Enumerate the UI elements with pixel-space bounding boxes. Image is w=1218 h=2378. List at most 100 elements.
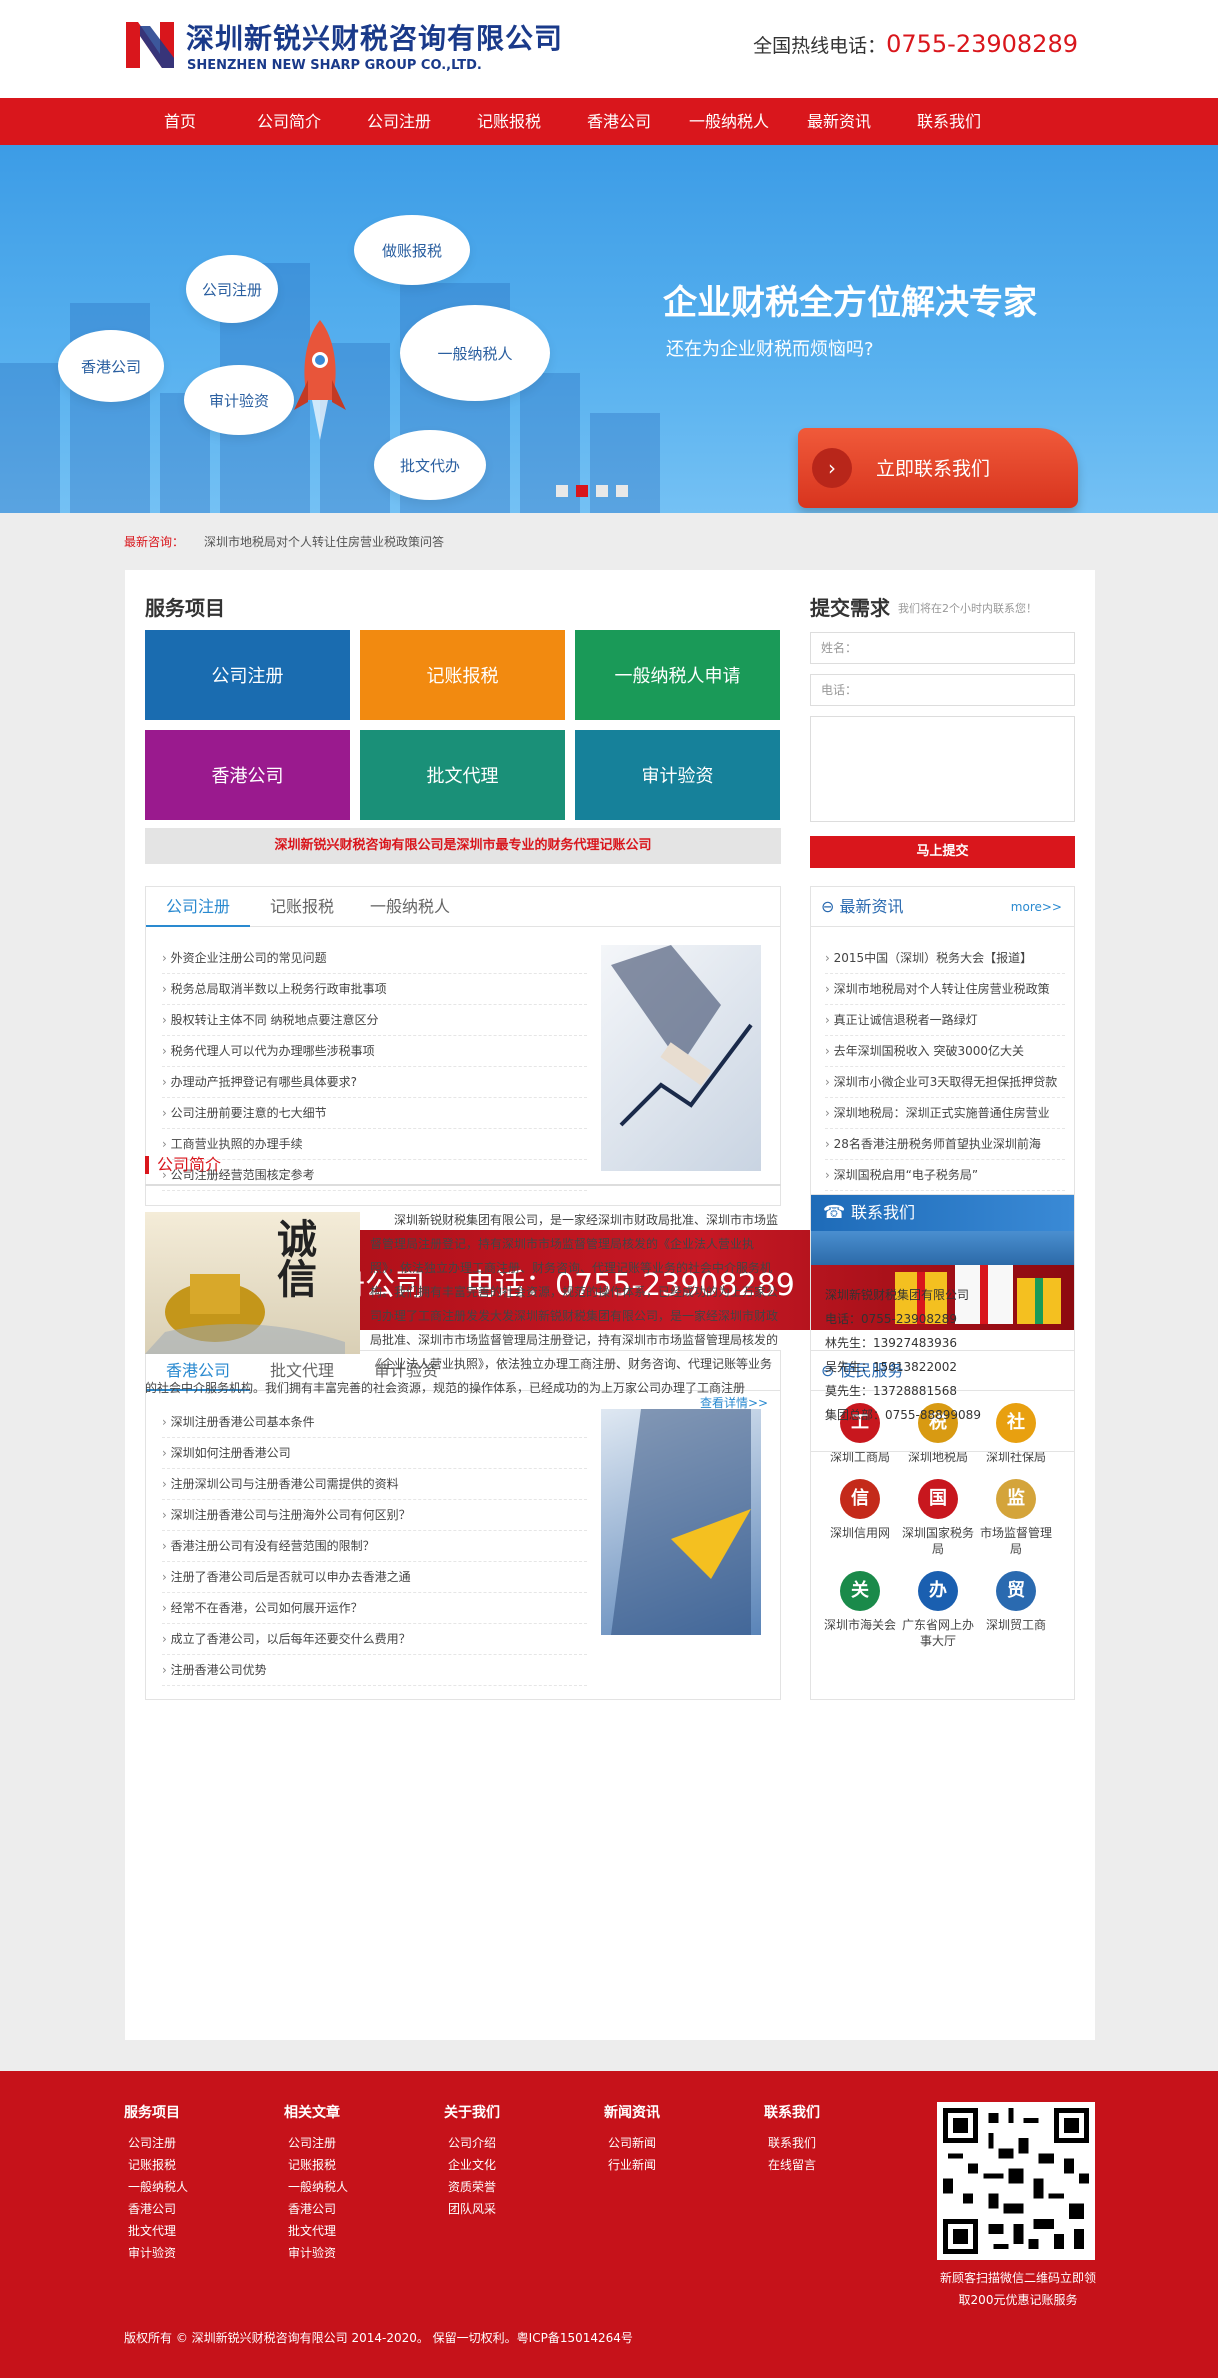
footer-link[interactable]: 审计验资 <box>284 2242 348 2264</box>
cloud-label: 审计验资 <box>184 365 294 435</box>
footer-link[interactable]: 公司注册 <box>124 2132 188 2154</box>
footer-link[interactable]: 记账报税 <box>124 2154 188 2176</box>
service-tile-bookkeeping[interactable]: 记账报税 <box>360 630 565 720</box>
news-item[interactable]: 深圳市地税局对个人转让住房营业税政策 <box>825 974 1065 1005</box>
list-item[interactable]: 深圳注册香港公司基本条件 <box>162 1407 587 1438</box>
footer-link[interactable]: 记账报税 <box>284 2154 348 2176</box>
name-field[interactable]: 姓名： <box>810 632 1075 664</box>
slide-dot[interactable] <box>596 485 608 497</box>
footer-link[interactable]: 资质荣誉 <box>444 2176 500 2198</box>
contact-line: 莫先生：13728881568 <box>825 1384 957 1398</box>
footer-link[interactable]: 一般纳税人 <box>124 2176 188 2198</box>
message-textarea[interactable] <box>810 716 1075 822</box>
market-supervision-icon: 监 <box>996 1479 1036 1519</box>
latest-news-label: 最新资讯 <box>839 897 904 916</box>
minus-circle-icon: ⊖ <box>821 897 835 916</box>
contact-box-title: 联系我们 <box>851 1203 916 1222</box>
slide-dot[interactable] <box>616 485 628 497</box>
news-item[interactable]: 28名香港注册税务师首望执业深圳前海 <box>825 1129 1065 1160</box>
nav-item-bookkeeping[interactable]: 记账报税 <box>454 98 564 145</box>
slide-dot-active[interactable] <box>576 485 588 497</box>
submit-button[interactable]: 马上提交 <box>810 836 1075 868</box>
tab-bookkeeping[interactable]: 记账报税 <box>250 887 354 927</box>
nav-item-taxpayer[interactable]: 一般纳税人 <box>674 98 784 145</box>
intro-title: 公司简介 <box>145 1156 221 1174</box>
nav-item-news[interactable]: 最新资讯 <box>784 98 894 145</box>
nav-item-about[interactable]: 公司简介 <box>234 98 344 145</box>
list-item[interactable]: 香港注册公司有没有经营范围的限制？ <box>162 1531 587 1562</box>
news-item[interactable]: 2015中国（深圳）税务大会【报道】 <box>825 943 1065 974</box>
banner-subtitle: 还在为企业财税而烦恼吗? <box>666 339 874 360</box>
footer-link[interactable]: 公司注册 <box>284 2132 348 2154</box>
list-item[interactable]: 经常不在香港，公司如何展开运作？ <box>162 1593 587 1624</box>
slide-dot[interactable] <box>556 485 568 497</box>
service-tile-hongkong[interactable]: 香港公司 <box>145 730 350 820</box>
list-item[interactable]: 税务总局取消半数以上税务行政审批事项 <box>162 974 587 1005</box>
news-item[interactable]: 真正让诚信退税者一路绿灯 <box>825 1005 1065 1036</box>
nav-item-contact[interactable]: 联系我们 <box>894 98 1004 145</box>
service-tile-registration[interactable]: 公司注册 <box>145 630 350 720</box>
footer-link[interactable]: 批文代理 <box>124 2220 188 2242</box>
contact-us-button[interactable]: › 立即联系我们 <box>798 428 1078 508</box>
list-item[interactable]: 外资企业注册公司的常见问题 <box>162 943 587 974</box>
footer-link[interactable]: 联系我们 <box>764 2132 820 2154</box>
contact-line: 电话：0755-23908289 <box>825 1312 957 1326</box>
list-item[interactable]: 工商营业执照的办理手续 <box>162 1129 587 1160</box>
service-link[interactable]: 监市场监督管理局 <box>977 1479 1055 1557</box>
footer-link[interactable]: 在线留言 <box>764 2154 820 2176</box>
list-item[interactable]: 注册了香港公司后是否就可以申办去香港之通 <box>162 1562 587 1593</box>
company-logo-icon[interactable] <box>124 18 178 72</box>
list-item[interactable]: 公司注册前要注意的七大细节 <box>162 1098 587 1129</box>
news-item[interactable]: 去年深圳国税收入 突破3000亿大关 <box>825 1036 1065 1067</box>
list-item[interactable]: 深圳如何注册香港公司 <box>162 1438 587 1469</box>
footer-link[interactable]: 一般纳税人 <box>284 2176 348 2198</box>
service-tile-taxpayer[interactable]: 一般纳税人申请 <box>575 630 780 720</box>
request-form-subtitle: 我们将在2个小时内联系您！ <box>898 602 1037 615</box>
footer-link[interactable]: 公司新闻 <box>604 2132 660 2154</box>
list-item[interactable]: 注册深圳公司与注册香港公司需提供的资料 <box>162 1469 587 1500</box>
nav-item-registration[interactable]: 公司注册 <box>344 98 454 145</box>
footer-link[interactable]: 批文代理 <box>284 2220 348 2242</box>
news-item[interactable]: 深圳地税局：深圳正式实施普通住房营业 <box>825 1098 1065 1129</box>
service-link[interactable]: 关深圳市海关会 <box>821 1571 899 1649</box>
list-item[interactable]: 办理动产抵押登记有哪些具体要求? <box>162 1067 587 1098</box>
nav-item-home[interactable]: 首页 <box>126 98 234 145</box>
service-tile-permits[interactable]: 批文代理 <box>360 730 565 820</box>
service-tile-audit[interactable]: 审计验资 <box>575 730 780 820</box>
footer-column-contact: 联系我们 联系我们 在线留言 <box>764 2102 820 2176</box>
cloud-label: 批文代办 <box>374 430 486 500</box>
footer-link[interactable]: 香港公司 <box>284 2198 348 2220</box>
service-link[interactable]: 国深圳国家税务局 <box>899 1479 977 1557</box>
nav-item-hongkong[interactable]: 香港公司 <box>564 98 674 145</box>
service-link[interactable]: 办广东省网上办事大厅 <box>899 1571 977 1649</box>
hero-banner[interactable]: 公司注册 做账报税 香港公司 审计验资 一般纳税人 批文代办 企业财税全方位解决… <box>0 145 1218 513</box>
contact-line: 集团总部：0755-88899089 <box>825 1408 981 1422</box>
banner-title: 企业财税全方位解决专家 <box>663 283 1037 323</box>
footer-link[interactable]: 香港公司 <box>124 2198 188 2220</box>
list-item[interactable]: 成立了香港公司，以后每年还要交什么费用？ <box>162 1624 587 1655</box>
list-item[interactable]: 股权转让主体不同 纳税地点要注意区分 <box>162 1005 587 1036</box>
latest-news-box: ⊖ 最新资讯 more>> 2015中国（深圳）税务大会【报道】 深圳市地税局对… <box>810 886 1075 1206</box>
footer-link[interactable]: 行业新闻 <box>604 2154 660 2176</box>
tab-taxpayer[interactable]: 一般纳税人 <box>354 887 466 927</box>
footer-link[interactable]: 公司介绍 <box>444 2132 500 2154</box>
footer-column-news: 新闻资讯 公司新闻 行业新闻 <box>604 2102 660 2176</box>
registration-tab-box: 公司注册 记账报税 一般纳税人 外资企业注册公司的常见问题 税务总局取消半数以上… <box>145 886 781 1206</box>
footer-link[interactable]: 企业文化 <box>444 2154 500 2176</box>
phone-field[interactable]: 电话： <box>810 674 1075 706</box>
more-link[interactable]: more>> <box>1011 887 1062 927</box>
list-item[interactable]: 深圳注册香港公司与注册海外公司有何区别？ <box>162 1500 587 1531</box>
tab-registration[interactable]: 公司注册 <box>146 887 250 927</box>
read-more-link[interactable]: 查看详情>> <box>700 1394 768 1411</box>
service-link[interactable]: 信深圳信用网 <box>821 1479 899 1557</box>
list-item[interactable]: 税务代理人可以代为办理哪些涉税事项 <box>162 1036 587 1067</box>
footer-column-services: 服务项目 公司注册 记账报税 一般纳税人 香港公司 批文代理 审计验资 <box>124 2102 188 2264</box>
footer-link[interactable]: 团队风采 <box>444 2198 500 2220</box>
list-item[interactable]: 注册香港公司优势 <box>162 1655 587 1686</box>
ticker-item[interactable]: 深圳市地税局对个人转让住房营业税政策问答 <box>204 535 444 549</box>
news-item[interactable]: 深圳市小微企业可3天取得无担保抵押贷款 <box>825 1067 1065 1098</box>
service-link[interactable]: 贸深圳贸工商 <box>977 1571 1055 1649</box>
list-item[interactable]: 公司注册经营范围核定参考 <box>162 1160 587 1191</box>
news-item[interactable]: 深圳国税启用“电子税务局” <box>825 1160 1065 1191</box>
footer-link[interactable]: 审计验资 <box>124 2242 188 2264</box>
